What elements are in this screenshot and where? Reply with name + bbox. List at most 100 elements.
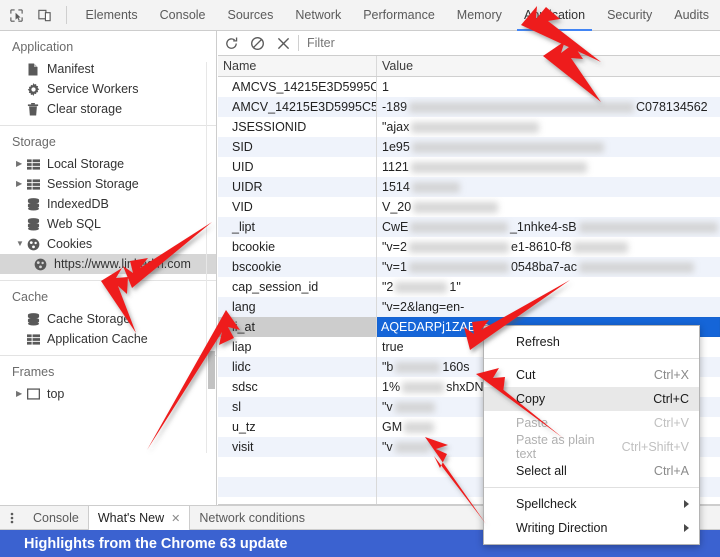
- table-row[interactable]: UIDR 1514: [218, 177, 720, 197]
- sidebar-item-session-storage[interactable]: ▶ Session Storage: [0, 174, 216, 194]
- cell-cookie-value[interactable]: "ajax: [377, 117, 720, 137]
- table-row[interactable]: UID 1121: [218, 157, 720, 177]
- menu-item-label: Cut: [516, 368, 536, 382]
- tab-application[interactable]: Application: [513, 0, 596, 31]
- drawer-tab-console[interactable]: Console: [24, 506, 88, 530]
- cell-cookie-value[interactable]: "2 1": [377, 277, 720, 297]
- value-text: "v=1: [382, 260, 407, 274]
- table-icon: [27, 158, 44, 170]
- table-row[interactable]: bscookie "v=1 0548ba7-ac: [218, 257, 720, 277]
- tab-sources[interactable]: Sources: [217, 0, 285, 31]
- table-row[interactable]: AMCV_14215E3D5995C5... -189 C078134562: [218, 97, 720, 117]
- menu-item-select-all[interactable]: Select all Ctrl+A: [484, 459, 699, 483]
- menu-item-cut[interactable]: Cut Ctrl+X: [484, 363, 699, 387]
- tab-console[interactable]: Console: [149, 0, 217, 31]
- table-row[interactable]: _lipt CwE _1nhke4-sB: [218, 217, 720, 237]
- cell-cookie-name: liap: [218, 337, 377, 357]
- close-icon[interactable]: [270, 31, 296, 55]
- column-header-value[interactable]: Value: [377, 56, 720, 76]
- sidebar-item-indexeddb[interactable]: IndexedDB: [0, 194, 216, 214]
- value-text: "b: [382, 360, 394, 374]
- chevron-right-icon[interactable]: ▶: [16, 180, 27, 188]
- cell-cookie-name: sdsc: [218, 377, 377, 397]
- menu-item-refresh[interactable]: Refresh: [484, 330, 699, 354]
- sidebar-item-manifest[interactable]: Manifest: [0, 59, 216, 79]
- tab-security[interactable]: Security: [596, 0, 663, 31]
- sidebar-item-web-sql[interactable]: Web SQL: [0, 214, 216, 234]
- drawer-tab-whats-new[interactable]: What's New ✕: [87, 506, 191, 530]
- sidebar-item-local-storage[interactable]: ▶ Local Storage: [0, 154, 216, 174]
- device-toolbar-icon[interactable]: [34, 3, 56, 27]
- table-row[interactable]: bcookie "v=2 e1-8610-f8: [218, 237, 720, 257]
- tab-elements[interactable]: Elements: [75, 0, 149, 31]
- kebab-menu-icon[interactable]: [0, 506, 24, 529]
- tab-memory[interactable]: Memory: [446, 0, 513, 31]
- sidebar-section-title: Application: [12, 40, 74, 54]
- close-icon[interactable]: ✕: [171, 512, 180, 525]
- value-text: "v: [382, 400, 393, 414]
- cell-cookie-value[interactable]: "v=2 e1-8610-f8: [377, 237, 720, 257]
- table-row[interactable]: JSESSIONID "ajax: [218, 117, 720, 137]
- cell-cookie-value[interactable]: "v=1 0548ba7-ac: [377, 257, 720, 277]
- drawer-tab-network-conditions[interactable]: Network conditions: [190, 506, 314, 530]
- sidebar-scrollbar-track[interactable]: [206, 62, 216, 453]
- sidebar-item-label: top: [47, 387, 65, 401]
- menu-item-label: Paste: [516, 416, 548, 430]
- menu-item-spellcheck[interactable]: Spellcheck: [484, 492, 699, 516]
- cell-cookie-value[interactable]: 1: [377, 77, 720, 97]
- sidebar-item-top-frame[interactable]: ▶ top: [0, 384, 216, 404]
- cell-cookie-value[interactable]: 1121: [377, 157, 720, 177]
- table-row[interactable]: lang "v=2&lang=en-: [218, 297, 720, 317]
- filter-input[interactable]: [303, 32, 720, 54]
- cell-cookie-value[interactable]: -189 C078134562: [377, 97, 720, 117]
- cell-cookie-value[interactable]: CwE _1nhke4-sB: [377, 217, 720, 237]
- cell-cookie-value[interactable]: V_20: [377, 197, 720, 217]
- sidebar-section-title: Storage: [12, 135, 56, 149]
- document-icon: [27, 63, 44, 76]
- chevron-right-icon[interactable]: ▶: [16, 390, 27, 398]
- cell-cookie-name: bcookie: [218, 237, 377, 257]
- table-row[interactable]: SID 1e95: [218, 137, 720, 157]
- column-header-name[interactable]: Name: [218, 56, 377, 76]
- value-text: "v: [382, 440, 393, 454]
- sidebar-item-label: Application Cache: [47, 332, 148, 346]
- refresh-icon[interactable]: [218, 31, 244, 55]
- cell-cookie-name: AMCV_14215E3D5995C5...: [218, 97, 377, 117]
- sidebar-item-service-workers[interactable]: Service Workers: [0, 79, 216, 99]
- sidebar-item-cookies[interactable]: ▼ Cookies: [0, 234, 216, 254]
- chevron-right-icon[interactable]: ▶: [16, 160, 27, 168]
- value-text-mid: shxDN: [446, 380, 484, 394]
- value-text: 1: [382, 80, 389, 94]
- cell-cookie-value[interactable]: "v=2&lang=en-: [377, 297, 720, 317]
- menu-item-paste-as-plain-text: Paste as plain text Ctrl+Shift+V: [484, 433, 699, 461]
- sidebar-item-clear-storage[interactable]: Clear storage: [0, 99, 216, 119]
- tab-performance[interactable]: Performance: [352, 0, 446, 31]
- sidebar-item-application-cache[interactable]: Application Cache: [0, 329, 216, 349]
- chevron-down-icon[interactable]: ▼: [16, 240, 27, 248]
- cell-cookie-value[interactable]: 1514: [377, 177, 720, 197]
- tab-audits[interactable]: Audits: [663, 0, 720, 31]
- table-row[interactable]: VID V_20: [218, 197, 720, 217]
- value-text: "ajax: [382, 120, 410, 134]
- sidebar-item-cache-storage[interactable]: Cache Storage: [0, 309, 216, 329]
- menu-item-writing-direction[interactable]: Writing Direction: [484, 516, 699, 540]
- menu-item-copy[interactable]: Copy Ctrl+C: [484, 387, 699, 411]
- cell-empty: [218, 457, 377, 477]
- redacted-value: [411, 181, 460, 193]
- sidebar-item-linkedin-origin[interactable]: https://www.linkedin.com: [0, 254, 216, 274]
- cell-cookie-name: visit: [218, 437, 377, 457]
- menu-separator: [484, 358, 699, 359]
- sidebar-item-label: Session Storage: [47, 177, 139, 191]
- database-icon: [27, 217, 44, 231]
- menu-item-shortcut: Ctrl+V: [653, 416, 689, 430]
- block-icon[interactable]: [244, 31, 270, 55]
- table-row[interactable]: cap_session_id "2 1": [218, 277, 720, 297]
- menu-item-label: Spellcheck: [516, 497, 577, 511]
- cell-cookie-value[interactable]: 1e95: [377, 137, 720, 157]
- inspect-cursor-icon[interactable]: [6, 3, 28, 27]
- table-row[interactable]: AMCVS_14215E3D5995C... 1: [218, 77, 720, 97]
- sidebar-scrollbar-thumb[interactable]: [208, 351, 215, 389]
- value-text-tail: C078134562: [636, 100, 708, 114]
- tab-network[interactable]: Network: [284, 0, 352, 31]
- chevron-right-icon: [684, 524, 689, 532]
